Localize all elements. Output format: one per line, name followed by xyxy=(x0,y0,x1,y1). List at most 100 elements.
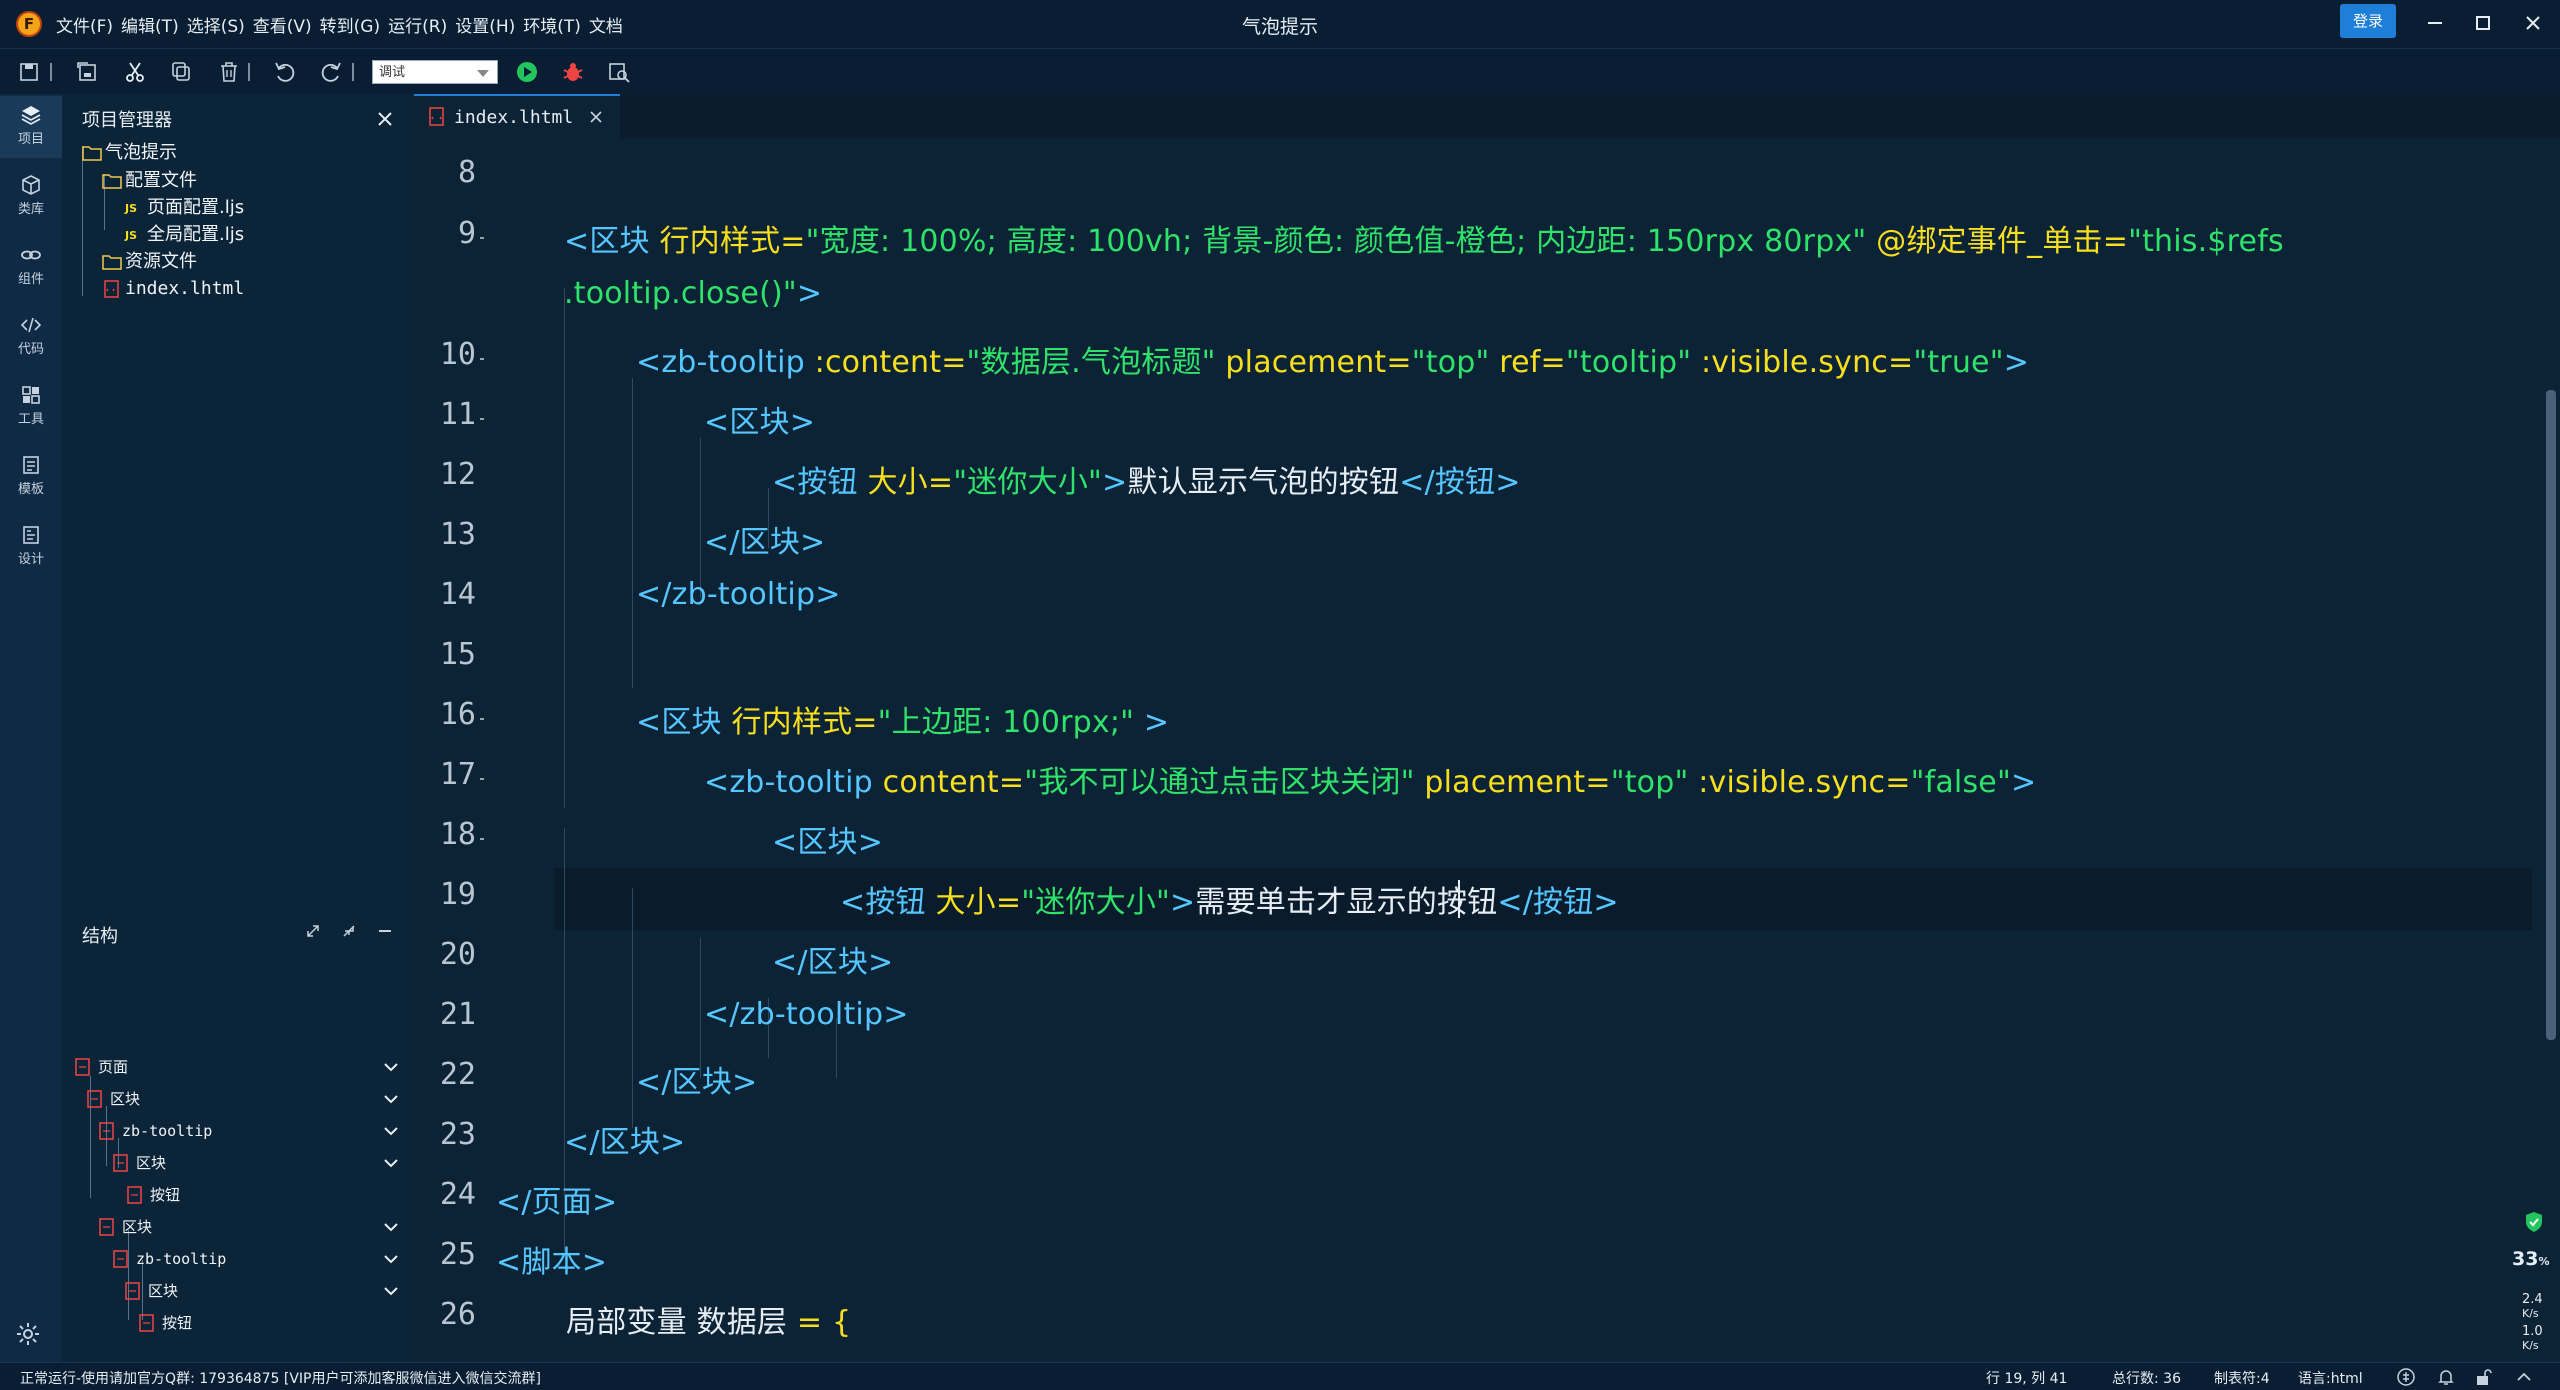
chevron-down-icon[interactable] xyxy=(380,1216,402,1238)
line-number: 15 xyxy=(439,637,476,672)
code-line-20: </区块> xyxy=(772,937,893,981)
structure-item-label: 按钮 xyxy=(162,1314,193,1332)
line-number: 22 xyxy=(439,1057,476,1092)
menu-goto[interactable]: 转到(G) xyxy=(320,12,380,37)
chevron-up-icon[interactable] xyxy=(2514,1367,2534,1387)
svg-text:JS: JS xyxy=(124,229,137,242)
activity-library[interactable]: 类库 xyxy=(0,166,62,228)
shield-icon[interactable] xyxy=(2522,1210,2546,1234)
net-download-value: 1.0 xyxy=(2522,1324,2543,1339)
activity-templates[interactable]: 模板 xyxy=(0,446,62,508)
minimize-icon[interactable] xyxy=(2420,8,2450,38)
tree-item-config-folder[interactable]: 配置文件 xyxy=(102,168,197,194)
structure-item-tooltip[interactable]: zb-tooltip xyxy=(98,1116,212,1146)
tree-item-assets-folder[interactable]: 资源文件 xyxy=(102,249,197,275)
scrollbar-thumb[interactable] xyxy=(2546,390,2556,1040)
code-token: </页面> xyxy=(496,1185,618,1220)
undo-icon[interactable] xyxy=(272,59,298,85)
fold-marker[interactable] xyxy=(480,358,484,360)
menu-view[interactable]: 查看(V) xyxy=(253,12,312,37)
menu-file[interactable]: 文件(F) xyxy=(56,12,113,37)
save-icon[interactable] xyxy=(16,59,42,85)
fold-marker[interactable] xyxy=(480,237,484,239)
menu-settings[interactable]: 设置(H) xyxy=(455,12,515,37)
structure-item-button[interactable]: 按钮 xyxy=(126,1180,180,1210)
collapse-all-icon[interactable] xyxy=(338,920,360,942)
menu-docs[interactable]: 文档 xyxy=(589,12,623,37)
activity-components[interactable]: 组件 xyxy=(0,236,62,298)
currency-icon[interactable] xyxy=(2396,1367,2416,1387)
folder-icon xyxy=(102,255,122,270)
code-line-9-wrap: .tooltip.close()"> xyxy=(564,276,822,311)
tree-item-page-config[interactable]: JS 页面配置.ljs xyxy=(124,195,244,221)
debug-icon[interactable] xyxy=(560,59,586,85)
activity-project[interactable]: 项目 xyxy=(0,96,62,158)
code-token: :visible.sync= xyxy=(1688,765,1911,800)
line-number: 9 xyxy=(457,216,476,251)
line-number: 11 xyxy=(439,397,476,432)
gear-icon[interactable] xyxy=(14,1320,42,1348)
code-icon xyxy=(20,317,42,333)
structure-item-block[interactable]: 区块 xyxy=(124,1276,178,1306)
tab-size[interactable]: 制表符:4 xyxy=(2214,1368,2270,1388)
design-icon xyxy=(23,526,39,544)
preview-icon[interactable] xyxy=(606,59,632,85)
toolbar: 调试 xyxy=(0,48,2560,94)
net-download-unit: K/s xyxy=(2522,1339,2539,1352)
login-button[interactable]: 登录 xyxy=(2340,4,2396,38)
activity-tools[interactable]: 工具 xyxy=(0,376,62,438)
delete-icon[interactable] xyxy=(216,59,242,85)
menu-select[interactable]: 选择(S) xyxy=(187,12,245,37)
tree-item-project-folder[interactable]: 气泡提示 xyxy=(82,140,177,166)
structure-item-button[interactable]: 按钮 xyxy=(138,1308,192,1338)
activity-design[interactable]: 设计 xyxy=(0,516,62,578)
chevron-down-icon[interactable] xyxy=(380,1056,402,1078)
tree-item-global-config[interactable]: JS 全局配置.ljs xyxy=(124,222,244,248)
copy-icon[interactable] xyxy=(168,59,194,85)
activity-code[interactable]: 代码 xyxy=(0,306,62,368)
code-token: <按钮 xyxy=(840,885,936,920)
structure-item-tooltip[interactable]: zb-tooltip xyxy=(112,1244,226,1274)
menu-edit[interactable]: 编辑(T) xyxy=(121,12,179,37)
fold-marker[interactable] xyxy=(480,418,484,420)
bell-icon[interactable] xyxy=(2436,1367,2456,1387)
structure-item-block[interactable]: 区块 xyxy=(98,1212,152,1242)
save-all-icon[interactable] xyxy=(74,59,100,85)
layers-icon xyxy=(21,106,41,125)
code-token: 默认显示气泡的按钮 xyxy=(1127,465,1400,500)
chevron-down-icon[interactable] xyxy=(380,1120,402,1142)
package-icon xyxy=(22,175,40,195)
chevron-down-icon[interactable] xyxy=(380,1152,402,1174)
minimize-panel-icon[interactable] xyxy=(374,920,396,942)
fold-marker[interactable] xyxy=(480,778,484,780)
html-file-icon xyxy=(429,107,444,126)
cursor-position[interactable]: 行 19, 列 41 xyxy=(1986,1368,2067,1388)
chevron-down-icon[interactable] xyxy=(380,1248,402,1270)
close-icon[interactable] xyxy=(587,108,605,126)
activity-label: 组件 xyxy=(17,272,44,287)
cut-icon[interactable] xyxy=(122,59,148,85)
run-config-select[interactable]: 调试 xyxy=(372,60,498,84)
fold-marker[interactable] xyxy=(480,838,484,840)
menu-environment[interactable]: 环境(T) xyxy=(523,12,581,37)
maximize-icon[interactable] xyxy=(2468,8,2498,38)
language-mode[interactable]: 语言:html xyxy=(2298,1368,2363,1388)
chevron-down-icon[interactable] xyxy=(380,1088,402,1110)
code-token: 大小= xyxy=(935,885,1022,920)
fold-marker[interactable] xyxy=(480,718,484,720)
tree-item-index-file[interactable]: index.lhtml xyxy=(102,276,244,302)
structure-item-block[interactable]: 区块 xyxy=(86,1084,140,1114)
close-icon[interactable] xyxy=(374,108,396,130)
menu-run[interactable]: 运行(R) xyxy=(388,12,447,37)
structure-item-block[interactable]: 区块 xyxy=(112,1148,166,1178)
chevron-down-icon[interactable] xyxy=(380,1280,402,1302)
structure-item-label: 区块 xyxy=(122,1218,153,1236)
tab-index-lhtml[interactable]: index.lhtml xyxy=(414,94,620,138)
redo-icon[interactable] xyxy=(318,59,344,85)
code-editor[interactable]: 8 9 10 11 12 13 14 15 16 17 18 19 20 21 … xyxy=(414,138,2532,1362)
expand-all-icon[interactable] xyxy=(302,920,324,942)
structure-item-page[interactable]: 页面 xyxy=(74,1052,128,1082)
run-icon[interactable] xyxy=(514,59,540,85)
unlock-icon[interactable] xyxy=(2474,1367,2494,1387)
close-icon[interactable] xyxy=(2518,8,2548,38)
